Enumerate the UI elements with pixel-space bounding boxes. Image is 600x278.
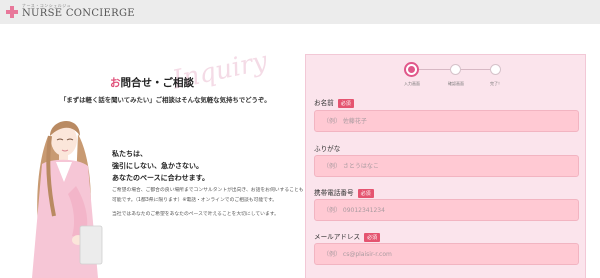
field-label-text: 携帯電話番号 [314,189,354,197]
catch-line: あなたのペースに合わせます。 [112,174,209,182]
body-line: 当社ではあなたのご希望をあなたのペースで叶えることを大切にしています。 [112,212,279,217]
required-badge: 必須 [357,188,374,198]
site-header: ナース・コンシェルジュ NURSE CONCIERGE [0,0,600,24]
catch-copy: 私たちは、 強引にしない、急かさない。 あなたのペースに合わせます。 [112,148,209,184]
title-rest: 問合せ・ご相談 [120,77,195,89]
page-title: お問合せ・ご相談 [110,75,194,90]
furigana-label: ふりがな [314,143,340,153]
nurse-illustration [32,120,103,278]
name-label: お名前 必須 [314,97,354,108]
body-line: 可能です。（1都3県に限ります）※電話・オンラインでのご相談も可能です。 [112,197,278,203]
contact-form: 入力画面 確認画面 完了！ お名前必須 ふりがな 携帯電話番号必須 メールアドレ… [305,54,586,278]
catch-line: 強引にしない、急かさない。 [112,162,203,170]
step-dot-confirm [450,64,461,75]
phone-input[interactable] [314,199,579,221]
site-logo[interactable]: ナース・コンシェルジュ NURSE CONCIERGE [6,3,146,21]
cross-icon [6,6,18,18]
field-label-text: メールアドレス [314,233,361,241]
title-accent: お [110,77,121,89]
furigana-input[interactable] [314,155,579,177]
required-badge: 必須 [337,98,354,108]
email-label: メールアドレス 必須 [314,231,381,242]
required-badge: 必須 [364,232,381,242]
step-dot-complete [490,64,501,75]
page-subtitle: 「まずは軽く話を聞いてみたい」ご相談はそんな気軽な気持ちでどうぞ。 [60,96,271,104]
field-label-text: ふりがな [314,145,341,153]
logo-text: NURSE CONCIERGE [22,8,135,19]
step-label-complete: 完了！ [490,81,502,86]
step-dot-input [404,62,419,77]
step-indicator: 入力画面 確認画面 完了！ [306,55,587,95]
phone-label: 携帯電話番号 必須 [314,187,374,198]
intro-body: ご希望の場合、ご都合の良い場所までコンサルタントが出向き、お話をお伺いすることも… [112,186,304,220]
field-label-text: お名前 [314,99,334,107]
catch-line: 私たちは、 [112,150,147,158]
name-input[interactable] [314,110,579,132]
step-label-confirm: 確認画面 [448,81,464,86]
body-line: ご希望の場合、ご都合の良い場所までコンサルタントが出向き、お話をお伺いすることも [112,188,304,193]
step-label-input: 入力画面 [404,81,420,86]
email-input[interactable] [314,243,579,265]
